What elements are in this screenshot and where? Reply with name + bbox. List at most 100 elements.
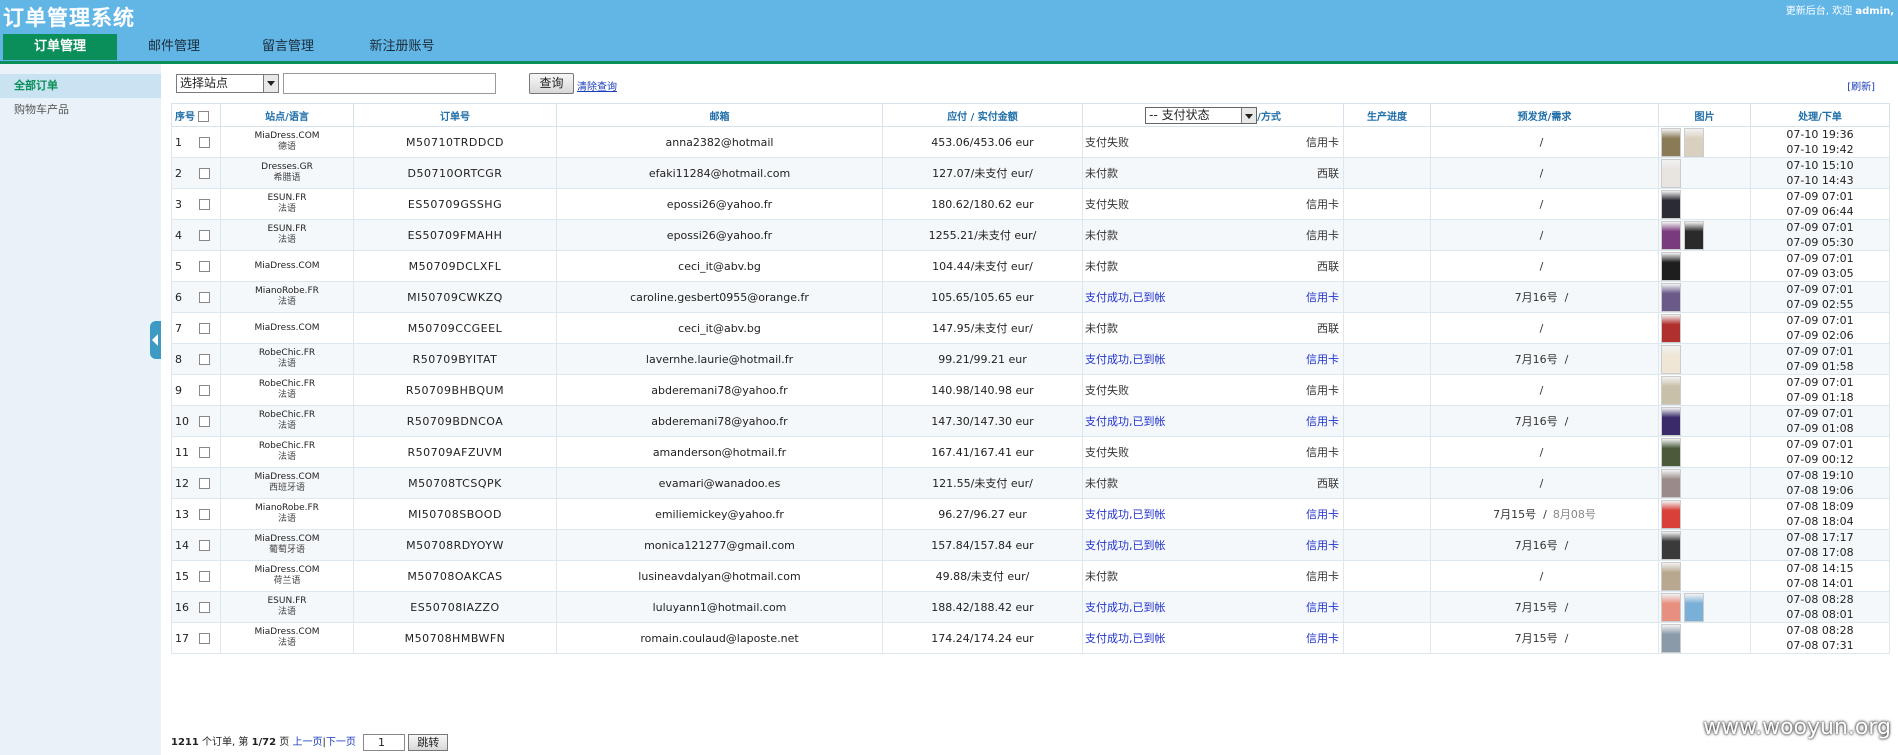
row-checkbox[interactable]	[199, 168, 210, 179]
clear-query-link[interactable]: 清除查询	[577, 78, 617, 93]
table-row[interactable]: 7 MiaDress.COM M50709CCGEEL ceci_it@abv.bg 1…	[171, 312, 1890, 344]
product-thumbnail[interactable]	[1661, 561, 1681, 591]
row-checkbox[interactable]	[199, 261, 210, 272]
order-number-link[interactable]: R50709BHBQUM	[353, 374, 557, 406]
payment-status: 未付款	[1085, 229, 1118, 242]
order-number-link[interactable]: R50709BDNCOA	[353, 405, 557, 437]
order-number-link[interactable]: ES50709FMAHH	[353, 219, 557, 251]
ship-date: 7月16号	[1514, 415, 1558, 428]
row-checkbox[interactable]	[199, 230, 210, 241]
sidebar-item-all-orders[interactable]: 全部订单	[0, 74, 161, 98]
table-row[interactable]: 2 Dresses.GR 希腊语 D50710ORTCGR efaki11284@hot…	[171, 157, 1890, 189]
order-number-link[interactable]: M50710TRDDCD	[353, 126, 557, 158]
table-row[interactable]: 1 MiaDress.COM 德语 M50710TRDDCD anna2382@hotm…	[171, 126, 1890, 158]
table-row[interactable]: 13 MianoRobe.FR 法语 MI50708SBOOD emiliemickey…	[171, 498, 1890, 530]
product-thumbnail[interactable]	[1661, 189, 1681, 219]
row-checkbox[interactable]	[199, 478, 210, 489]
order-number-link[interactable]: R50709BYITAT	[353, 343, 557, 375]
product-thumbnail[interactable]	[1684, 592, 1704, 622]
tab-messages[interactable]: 留言管理	[231, 34, 345, 60]
tab-mail[interactable]: 邮件管理	[117, 34, 231, 60]
product-thumbnail[interactable]	[1661, 313, 1681, 343]
search-input[interactable]	[283, 73, 496, 94]
product-thumbnail[interactable]	[1684, 220, 1704, 250]
order-number-link[interactable]: M50708TCSQPK	[353, 467, 557, 499]
next-page-link[interactable]: 下一页	[326, 737, 356, 748]
row-checkbox[interactable]	[199, 447, 210, 458]
pay-status-select[interactable]: -- 支付状态	[1145, 106, 1258, 124]
product-thumbnail[interactable]	[1661, 623, 1681, 653]
site-name: MiaDress.COM	[254, 534, 320, 544]
table-row[interactable]: 4 ESUN.FR 法语 ES50709FMAHH epossi26@yahoo.fr 1…	[171, 219, 1890, 251]
progress-cell	[1343, 219, 1431, 251]
table-row[interactable]: 12 MiaDress.COM 西班牙语 M50708TCSQPK evamari@wa…	[171, 467, 1890, 499]
table-row[interactable]: 15 MiaDress.COM 荷兰语 M50708OAKCAS lusineavdal…	[171, 560, 1890, 592]
prev-page-link[interactable]: 上一页	[292, 737, 322, 748]
product-thumbnail[interactable]	[1661, 406, 1681, 436]
product-thumbnail[interactable]	[1661, 282, 1681, 312]
ship-date: /	[1539, 228, 1544, 242]
table-row[interactable]: 14 MiaDress.COM 葡萄牙语 M50708RDYOYW monica1212…	[171, 529, 1890, 561]
product-thumbnail[interactable]	[1661, 499, 1681, 529]
product-thumbnail[interactable]	[1661, 375, 1681, 405]
product-thumbnail[interactable]	[1661, 530, 1681, 560]
row-seq: 3	[175, 197, 182, 211]
table-row[interactable]: 9 RobeChic.FR 法语 R50709BHBQUM abderemani78@y…	[171, 374, 1890, 406]
tab-new-accounts[interactable]: 新注册账号	[345, 34, 459, 60]
row-checkbox[interactable]	[199, 602, 210, 613]
site-name: ESUN.FR	[267, 224, 307, 234]
order-number-link[interactable]: R50709AFZUVM	[353, 436, 557, 468]
table-row[interactable]: 3 ESUN.FR 法语 ES50709GSSHG epossi26@yahoo.fr 1…	[171, 188, 1890, 220]
jump-button[interactable]: 跳转	[408, 733, 449, 751]
table-row[interactable]: 16 ESUN.FR 法语 ES50708IAZZO luluyann1@hotmail…	[171, 591, 1890, 623]
sidebar-collapse-handle[interactable]	[150, 321, 161, 359]
table-row[interactable]: 10 RobeChic.FR 法语 R50709BDNCOA abderemani78@…	[171, 405, 1890, 437]
order-amount: 121.55/未支付 eur/	[882, 467, 1083, 499]
product-thumbnail[interactable]	[1661, 220, 1681, 250]
row-checkbox[interactable]	[199, 137, 210, 148]
row-checkbox[interactable]	[199, 571, 210, 582]
select-all-checkbox[interactable]	[198, 111, 210, 122]
row-checkbox[interactable]	[199, 292, 210, 303]
order-number-link[interactable]: M50708OAKCAS	[353, 560, 557, 592]
product-thumbnail[interactable]	[1661, 592, 1681, 622]
product-thumbnail[interactable]	[1684, 127, 1704, 157]
order-number-link[interactable]: M50708HMBWFN	[353, 622, 557, 654]
row-checkbox[interactable]	[199, 354, 210, 365]
sidebar-item-cart-products[interactable]: 购物车产品	[0, 98, 161, 122]
product-thumbnail[interactable]	[1661, 468, 1681, 498]
refresh-link[interactable]: [刷新]	[1847, 78, 1875, 93]
order-number-link[interactable]: D50710ORTCGR	[353, 157, 557, 189]
order-number-link[interactable]: M50708RDYOYW	[353, 529, 557, 561]
table-row[interactable]: 8 RobeChic.FR 法语 R50709BYITAT lavernhe.lauri…	[171, 343, 1890, 375]
table-row[interactable]: 11 RobeChic.FR 法语 R50709AFZUVM amanderson@ho…	[171, 436, 1890, 468]
row-checkbox[interactable]	[199, 509, 210, 520]
row-checkbox[interactable]	[199, 199, 210, 210]
order-number-link[interactable]: ES50709GSSHG	[353, 188, 557, 220]
order-number-link[interactable]: MI50708SBOOD	[353, 498, 557, 530]
row-checkbox[interactable]	[199, 633, 210, 644]
row-checkbox[interactable]	[199, 385, 210, 396]
table-row[interactable]: 6 MianoRobe.FR 法语 MI50709CWKZQ caroline.gesb…	[171, 281, 1890, 313]
page-number-input[interactable]: 1	[363, 733, 406, 751]
order-number-link[interactable]: M50709DCLXFL	[353, 250, 557, 282]
table-row[interactable]: 5 MiaDress.COM M50709DCLXFL ceci_it@abv.bg 1…	[171, 250, 1890, 282]
site-cell: ESUN.FR 法语	[220, 219, 354, 251]
query-button[interactable]: 查询	[529, 73, 574, 94]
site-cell: MiaDress.COM 法语	[220, 622, 354, 654]
product-thumbnail[interactable]	[1661, 251, 1681, 281]
product-thumbnail[interactable]	[1661, 158, 1681, 188]
product-thumbnail[interactable]	[1661, 344, 1681, 374]
order-number-link[interactable]: M50709CCGEEL	[353, 312, 557, 344]
username[interactable]: admin,	[1855, 6, 1894, 17]
row-checkbox[interactable]	[199, 323, 210, 334]
site-select[interactable]: 选择站点	[176, 74, 279, 93]
product-thumbnail[interactable]	[1661, 127, 1681, 157]
table-row[interactable]: 17 MiaDress.COM 法语 M50708HMBWFN romain.coula…	[171, 622, 1890, 654]
tab-orders[interactable]: 订单管理	[3, 34, 117, 60]
product-thumbnail[interactable]	[1661, 437, 1681, 467]
row-checkbox[interactable]	[199, 416, 210, 427]
order-number-link[interactable]: ES50708IAZZO	[353, 591, 557, 623]
order-number-link[interactable]: MI50709CWKZQ	[353, 281, 557, 313]
row-checkbox[interactable]	[199, 540, 210, 551]
